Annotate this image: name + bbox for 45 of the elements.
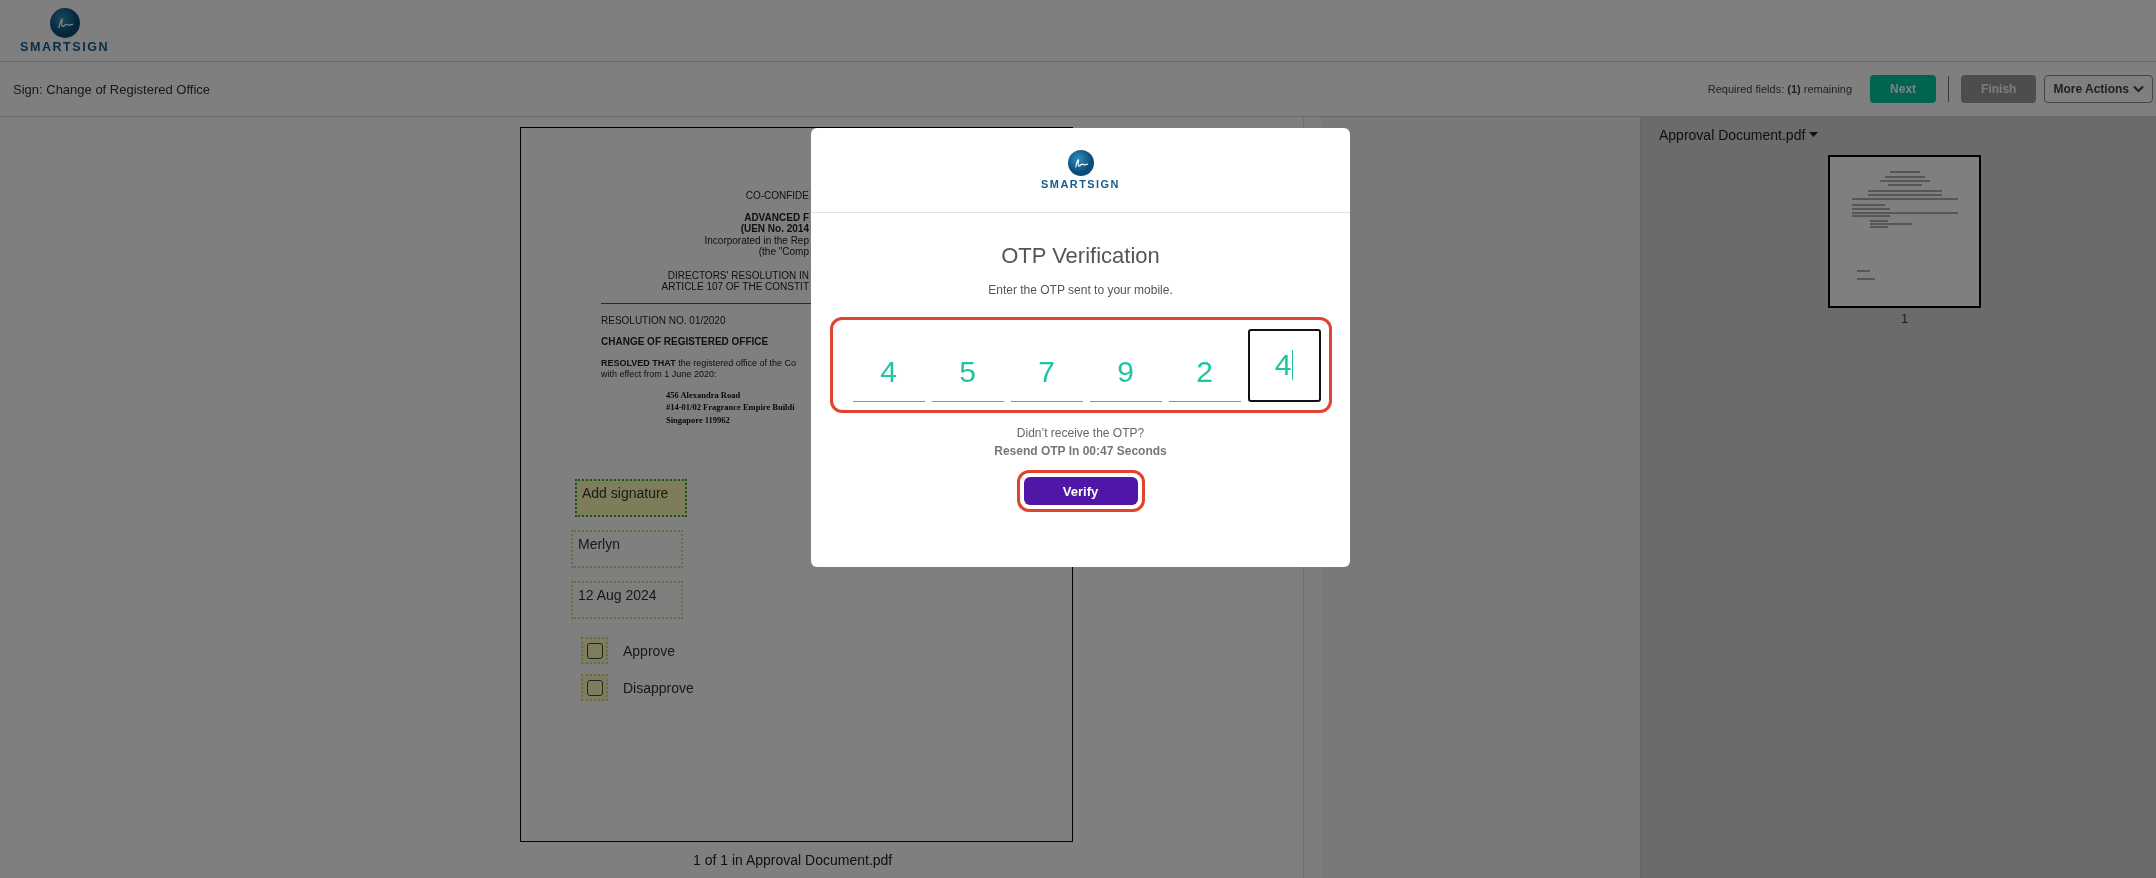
document-text: (the "Comp <box>758 246 809 258</box>
checkbox[interactable] <box>581 637 608 664</box>
resolution-text: with effect from 1 June 2020: <box>601 369 717 381</box>
otp-digit-field[interactable]: 5 <box>931 342 1004 402</box>
checkbox-label: Approve <box>623 642 676 659</box>
otp-digit-field[interactable]: 4 <box>1247 328 1321 402</box>
document-text: Incorporated in the Rep <box>704 234 809 246</box>
document-title: Sign: Change of Registered Office <box>13 81 212 97</box>
chevron-down-icon <box>2133 85 2144 93</box>
logo-icon <box>49 7 80 38</box>
otp-digit-field[interactable]: 7 <box>1010 342 1083 402</box>
document-heading: DIRECTORS' RESOLUTION IN <box>667 269 809 281</box>
signature-field[interactable]: Add signature <box>575 479 687 517</box>
address-line: 456 Alexandra Road <box>666 388 741 401</box>
document-text: (UEN No. 2014 <box>740 223 809 235</box>
resend-timer: Resend OTP In 00:47 Seconds <box>994 444 1167 458</box>
dialog-instruction: Enter the OTP sent to your mobile. <box>988 283 1173 297</box>
address-line: Singapore 119962 <box>666 413 730 426</box>
address-line: #14-01/02 Fragrance Empire Buildi <box>666 401 795 414</box>
otp-digit-field[interactable]: 2 <box>1168 342 1241 402</box>
verify-button[interactable]: Verify <box>1023 477 1138 505</box>
dialog-title: OTP Verification <box>1001 243 1160 269</box>
text-field[interactable]: 12 Aug 2024 <box>571 581 683 619</box>
logo-icon <box>1067 150 1094 176</box>
page-number: 1 <box>1900 311 1909 326</box>
checkbox[interactable] <box>581 674 608 701</box>
more-actions-button[interactable]: More Actions <box>2044 75 2153 103</box>
resend-question: Didn’t receive the OTP? <box>1016 426 1145 440</box>
otp-digit-field[interactable]: 4 <box>852 342 925 402</box>
required-fields-text: Required fields: (1) remaining <box>1707 83 1853 95</box>
logo-text: SMARTSIGN <box>1041 178 1120 190</box>
caret-down-icon <box>1809 132 1819 138</box>
otp-digit-field[interactable]: 9 <box>1089 342 1162 402</box>
next-button[interactable]: Next <box>1870 75 1937 103</box>
resolution-text: RESOLVED THAT the registered office of the Co <box>601 357 797 369</box>
logo-text: SMARTSIGN <box>20 39 110 54</box>
resolution-subject: CHANGE OF REGISTERED OFFICE <box>601 336 769 348</box>
text-field[interactable]: Merlyn <box>571 530 683 568</box>
document-heading: ARTICLE 107 OF THE CONSTIT <box>661 281 809 293</box>
document-text: ADVANCED F <box>744 211 809 223</box>
document-text: CO-CONFIDE <box>745 190 809 202</box>
page-caption: 1 of 1 in Approval Document.pdf <box>693 852 893 868</box>
file-name-dropdown[interactable]: Approval Document.pdf <box>1659 127 2156 143</box>
checkbox-label: Disapprove <box>623 679 694 696</box>
resolution-number: RESOLUTION NO. 01/2020 <box>601 314 726 326</box>
